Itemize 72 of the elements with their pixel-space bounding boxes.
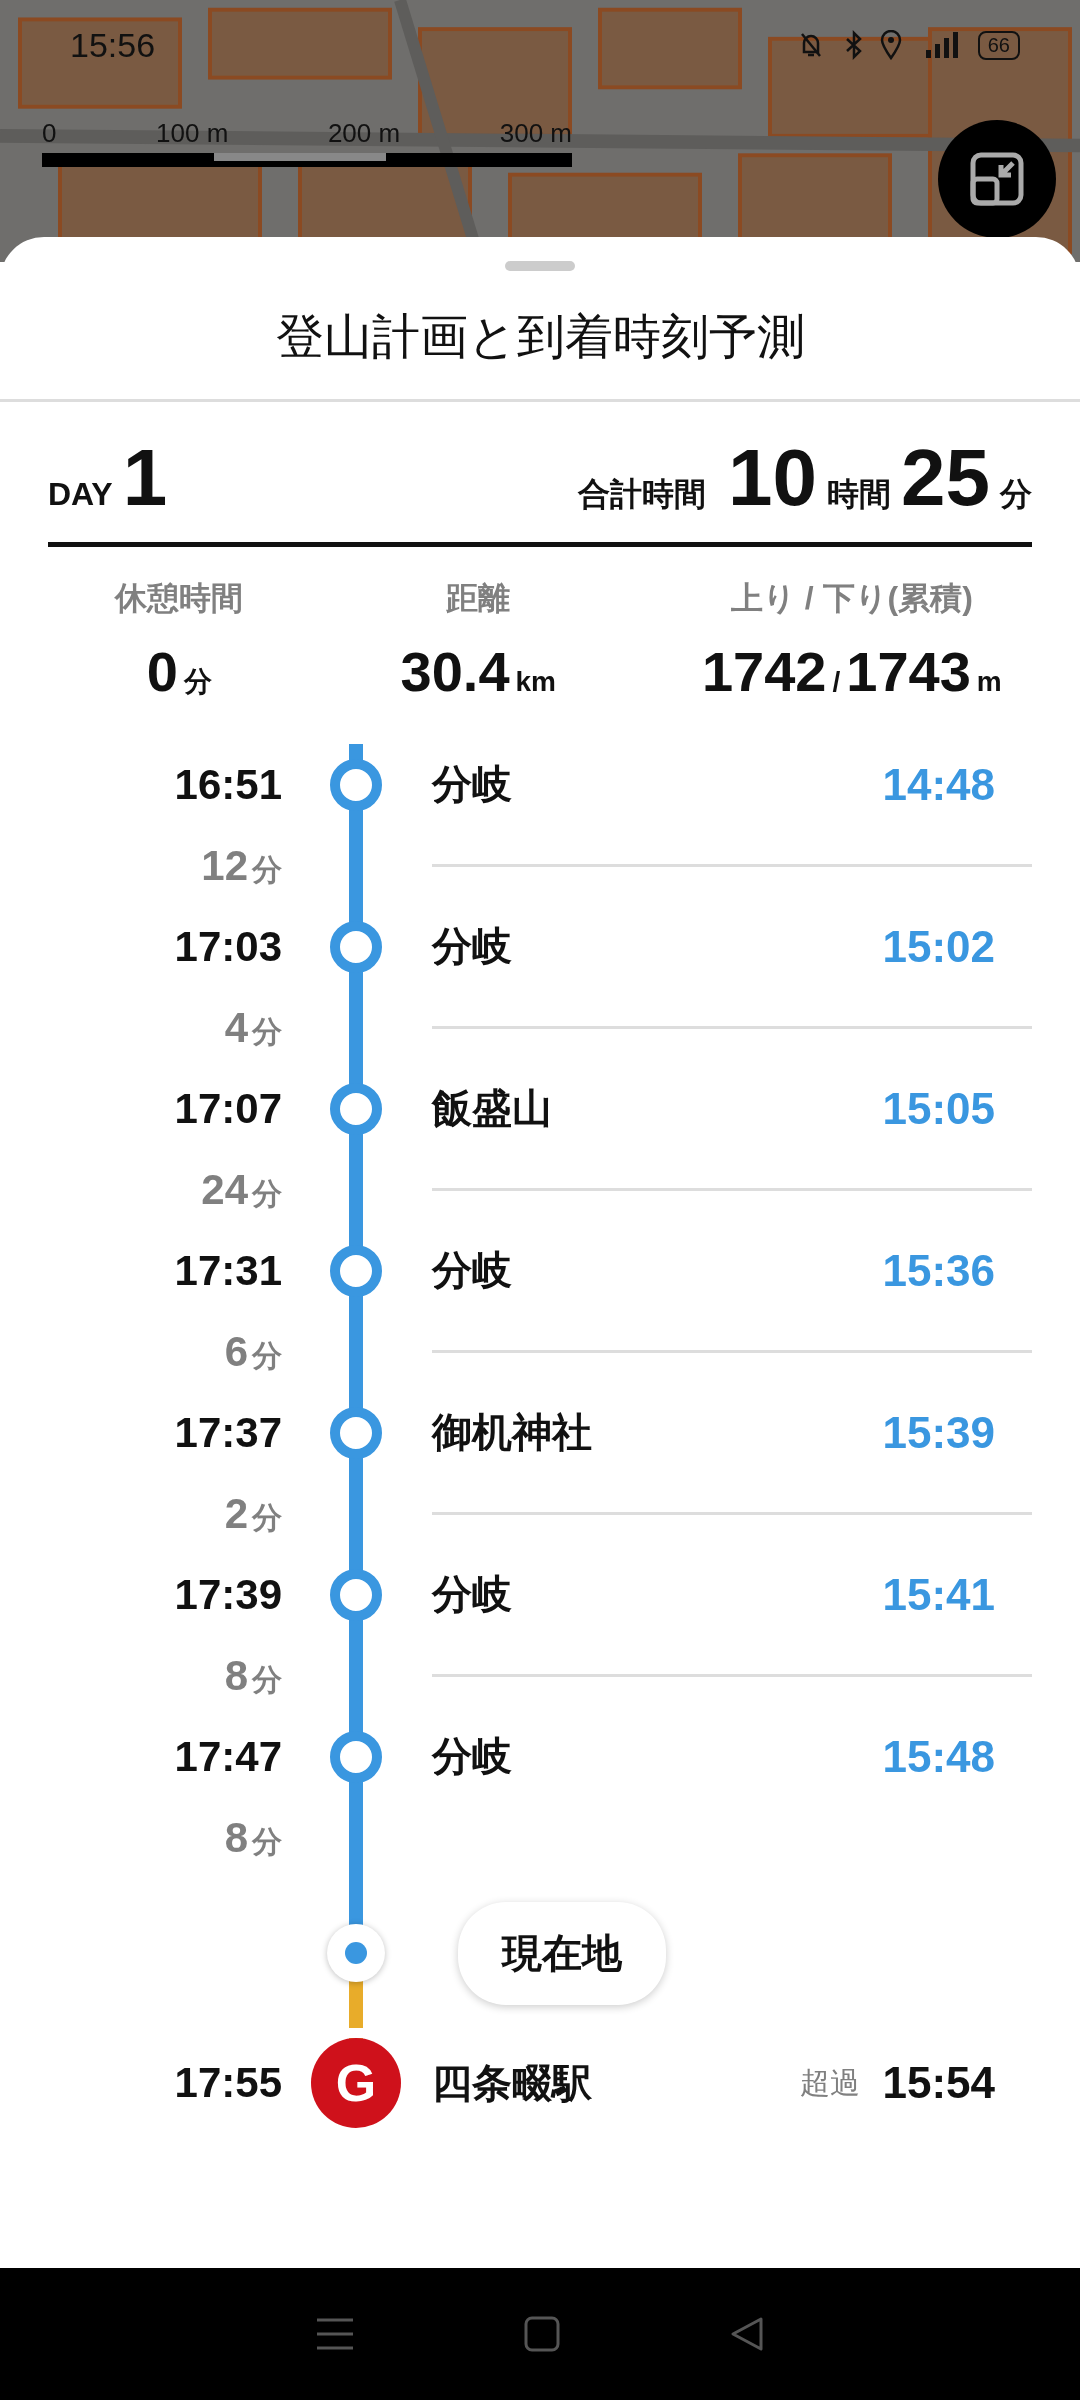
stat-separator: / [832,666,841,698]
leg-duration: 8 [224,1651,248,1700]
day-number: 1 [122,432,168,524]
current-location-bubble: 現在地 [458,1901,666,2005]
actual-time: 15:48 [882,1731,995,1782]
stat-value: 1743 [846,639,971,704]
total-hours: 10 [728,432,817,524]
stat-unit: km [515,666,556,698]
actual-time: 15:39 [882,1407,995,1458]
waypoint-name: 四条畷駅 [432,2059,593,2107]
leg-duration-unit: 分 [252,1824,282,1860]
planned-time: 17:03 [174,922,282,971]
leg-duration-unit: 分 [252,1662,282,1698]
scale-label: 300 m [499,118,572,149]
actual-time: 14:48 [882,759,995,810]
leg-duration-unit: 分 [252,1014,282,1050]
stat-value: 1742 [701,639,827,704]
stat-label: 上り / 下り(累積) [730,579,973,618]
waypoint-name: 御机神社 [432,1409,593,1456]
leg-duration: 2 [224,1489,248,1538]
leg-duration: 8 [224,1813,248,1862]
stat-label: 休憩時間 [115,579,244,618]
actual-time: 15:54 [882,2058,995,2108]
planned-time: 17:47 [174,1732,282,1781]
planned-time: 17:39 [174,1570,282,1619]
planned-time: 17:37 [174,1408,282,1457]
actual-time: 15:41 [882,1569,995,1620]
home-icon[interactable] [524,2316,560,2352]
waypoint-name: 飯盛山 [432,1085,553,1132]
overdue-label: 超過 [800,2064,861,2101]
actual-time: 15:05 [882,1083,995,1134]
goal-marker: G [311,2038,401,2128]
waypoint-name: 分岐 [432,923,513,970]
stat-value: 30.4 [400,639,510,704]
stat-value: 0 [146,639,178,704]
hours-unit: 時間 [827,475,891,514]
stat-label: 距離 [446,579,511,618]
leg-duration-unit: 分 [252,1500,282,1536]
leg-duration: 24 [201,1165,248,1214]
total-time-label: 合計時間 [578,475,707,514]
leg-duration-unit: 分 [252,1176,282,1212]
day-label: DAY [48,476,113,513]
battery-icon: 66 [977,30,1020,60]
scale-label: 0 [42,118,57,149]
actual-time: 15:02 [882,921,995,972]
waypoint-name: 分岐 [432,1247,513,1294]
total-minutes: 25 [901,432,990,524]
current-location-node [327,1924,385,1982]
location-icon [879,30,902,60]
planned-time: 17:55 [174,2059,282,2107]
leg-duration: 6 [224,1327,248,1376]
back-icon[interactable] [729,2316,766,2352]
leg-duration: 4 [224,1003,248,1052]
scale-label: 100 m [156,118,229,149]
drag-handle[interactable] [505,261,575,271]
planned-time: 17:31 [174,1246,282,1295]
menu-icon[interactable] [314,2316,355,2352]
leg-duration-unit: 分 [252,852,282,888]
planned-time: 16:51 [174,760,282,809]
waypoint-name: 分岐 [432,1571,513,1618]
stat-unit: m [976,666,1002,698]
status-time: 15:56 [70,25,156,65]
leg-duration-unit: 分 [252,1338,282,1374]
stat-unit: 分 [184,665,212,699]
sheet-title: 登山計画と到着時刻予測 [0,271,1080,402]
waypoint-name: 分岐 [432,761,513,808]
minutes-unit: 分 [1000,475,1032,514]
waypoint-name: 分岐 [432,1733,513,1780]
leg-duration: 12 [201,841,248,890]
actual-time: 15:36 [882,1245,995,1296]
planned-time: 17:07 [174,1084,282,1133]
scale-label: 200 m [327,118,401,149]
